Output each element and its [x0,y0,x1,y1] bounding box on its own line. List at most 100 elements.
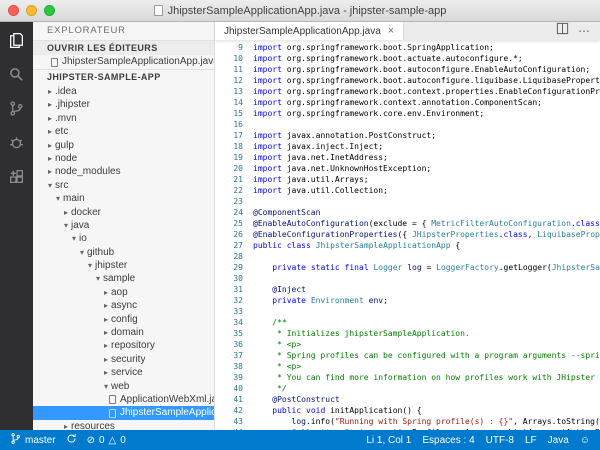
activity-source-control-button[interactable] [0,96,33,126]
line-number[interactable]: 27 [215,240,243,251]
code-line[interactable]: import javax.annotation.PostConstruct; [253,130,600,141]
line-number[interactable]: 11 [215,64,243,75]
activity-debug-button[interactable] [0,130,33,160]
tree-item-async[interactable]: ▸async [33,299,214,312]
line-number[interactable]: 29 [215,262,243,273]
line-number[interactable]: 18 [215,141,243,152]
line-number[interactable]: 21 [215,174,243,185]
code-line[interactable]: import org.springframework.boot.actuate.… [253,53,600,64]
line-number[interactable]: 15 [215,108,243,119]
line-number[interactable]: 12 [215,75,243,86]
tree-item--mvn[interactable]: ▸.mvn [33,112,214,125]
code-editor[interactable]: 9101112131415161718192021222324252627282… [215,40,600,430]
code-line[interactable]: * <p> [253,361,600,372]
activity-search-button[interactable] [0,62,33,92]
split-editor-icon[interactable] [556,22,569,40]
line-number[interactable]: 24 [215,207,243,218]
git-branch-indicator[interactable]: master [10,432,56,448]
code-line[interactable]: private static final Logger log = Logger… [253,262,600,273]
code-line[interactable]: import java.util.Collection; [253,185,600,196]
code-line[interactable]: @EnableConfigurationProperties({ JHipste… [253,229,600,240]
code-content[interactable]: import org.springframework.boot.SpringAp… [253,42,600,430]
tree-item-security[interactable]: ▸security [33,353,214,366]
feedback-icon[interactable]: ☺ [580,435,590,446]
code-line[interactable]: import org.springframework.core.env.Envi… [253,108,600,119]
line-number[interactable]: 13 [215,86,243,97]
code-line[interactable]: @Inject [253,284,600,295]
line-number[interactable]: 23 [215,196,243,207]
tree-item--idea[interactable]: ▸.idea [33,85,214,98]
line-number[interactable]: 37 [215,350,243,361]
tree-item-gulp[interactable]: ▸gulp [33,139,214,152]
code-line[interactable]: import java.net.UnknownHostException; [253,163,600,174]
line-number[interactable]: 22 [215,185,243,196]
line-number[interactable]: 30 [215,273,243,284]
line-number[interactable]: 20 [215,163,243,174]
tree-item-etc[interactable]: ▸etc [33,125,214,138]
gutter[interactable]: 9101112131415161718192021222324252627282… [215,42,253,430]
code-line[interactable] [253,273,600,284]
language-indicator[interactable]: Java [548,435,569,446]
code-line[interactable]: import org.springframework.boot.SpringAp… [253,42,600,53]
tree-item-resources[interactable]: ▸resources [33,420,214,430]
code-line[interactable] [253,196,600,207]
line-number[interactable]: 36 [215,339,243,350]
code-line[interactable]: import javax.inject.Inject; [253,141,600,152]
more-actions-icon[interactable]: ⋯ [578,24,591,38]
tree-item-github[interactable]: ▾github [33,246,214,259]
line-number[interactable]: 33 [215,306,243,317]
code-line[interactable]: public void initApplication() { [253,405,600,416]
code-line[interactable]: import org.springframework.boot.autoconf… [253,64,600,75]
line-number[interactable]: 43 [215,416,243,427]
activity-extensions-button[interactable] [0,164,33,194]
code-line[interactable]: import java.util.Arrays; [253,174,600,185]
line-number[interactable]: 41 [215,394,243,405]
line-number[interactable]: 35 [215,328,243,339]
project-header[interactable]: JHIPSTER-SAMPLE-APP [33,69,214,85]
tab-jhipstersampleapplicationapp[interactable]: JhipsterSampleApplicationApp.java × [215,22,404,40]
code-line[interactable] [253,306,600,317]
tree-item-jhipstersampleapplicationapp-java[interactable]: JhipsterSampleApplicationApp.java [33,406,214,419]
line-number[interactable]: 32 [215,295,243,306]
line-number[interactable]: 31 [215,284,243,295]
code-line[interactable]: public class JhipsterSampleApplicationAp… [253,240,600,251]
code-line[interactable] [253,251,600,262]
indentation-indicator[interactable]: Espaces : 4 [422,435,474,446]
cursor-position[interactable]: Li 1, Col 1 [366,435,411,446]
tree-item-config[interactable]: ▸config [33,313,214,326]
code-line[interactable]: */ [253,383,600,394]
open-editors-header[interactable]: OUVRIR LES ÉDITEURS [33,40,214,55]
code-line[interactable]: @PostConstruct [253,394,600,405]
close-window-button[interactable] [8,5,19,16]
code-line[interactable]: @EnableAutoConfiguration(exclude = { Met… [253,218,600,229]
tree-item-jhipster[interactable]: ▾jhipster [33,259,214,272]
line-number[interactable]: 40 [215,383,243,394]
tree-item-io[interactable]: ▾io [33,232,214,245]
code-line[interactable]: import org.springframework.boot.autoconf… [253,75,600,86]
code-line[interactable]: private Environment env; [253,295,600,306]
line-number[interactable]: 9 [215,42,243,53]
code-line[interactable]: log.info("Running with Spring profile(s)… [253,416,600,427]
tree-item-node-modules[interactable]: ▸node_modules [33,165,214,178]
code-line[interactable]: * You can find more information on how p… [253,372,600,383]
code-line[interactable]: @ComponentScan [253,207,600,218]
tree-item-src[interactable]: ▾src [33,179,214,192]
code-line[interactable]: * <p> [253,339,600,350]
tree-item-web[interactable]: ▾web [33,380,214,393]
line-number[interactable]: 25 [215,218,243,229]
activity-explorer-button[interactable] [0,28,33,58]
encoding-indicator[interactable]: UTF-8 [486,435,514,446]
code-line[interactable]: /** [253,317,600,328]
tree-item-service[interactable]: ▸service [33,366,214,379]
line-number[interactable]: 34 [215,317,243,328]
open-editor-item[interactable]: JhipsterSampleApplicationApp.java src/m.… [33,55,214,69]
line-number[interactable]: 17 [215,130,243,141]
tree-item-applicationwebxml-java[interactable]: ApplicationWebXml.java [33,393,214,406]
line-number[interactable]: 38 [215,361,243,372]
tree-item-main[interactable]: ▾main [33,192,214,205]
problems-indicator[interactable]: ⊘ 0 △ 0 [87,435,126,446]
line-number[interactable]: 10 [215,53,243,64]
line-number[interactable]: 28 [215,251,243,262]
tree-item-aop[interactable]: ▸aop [33,286,214,299]
code-line[interactable]: import org.springframework.context.annot… [253,97,600,108]
